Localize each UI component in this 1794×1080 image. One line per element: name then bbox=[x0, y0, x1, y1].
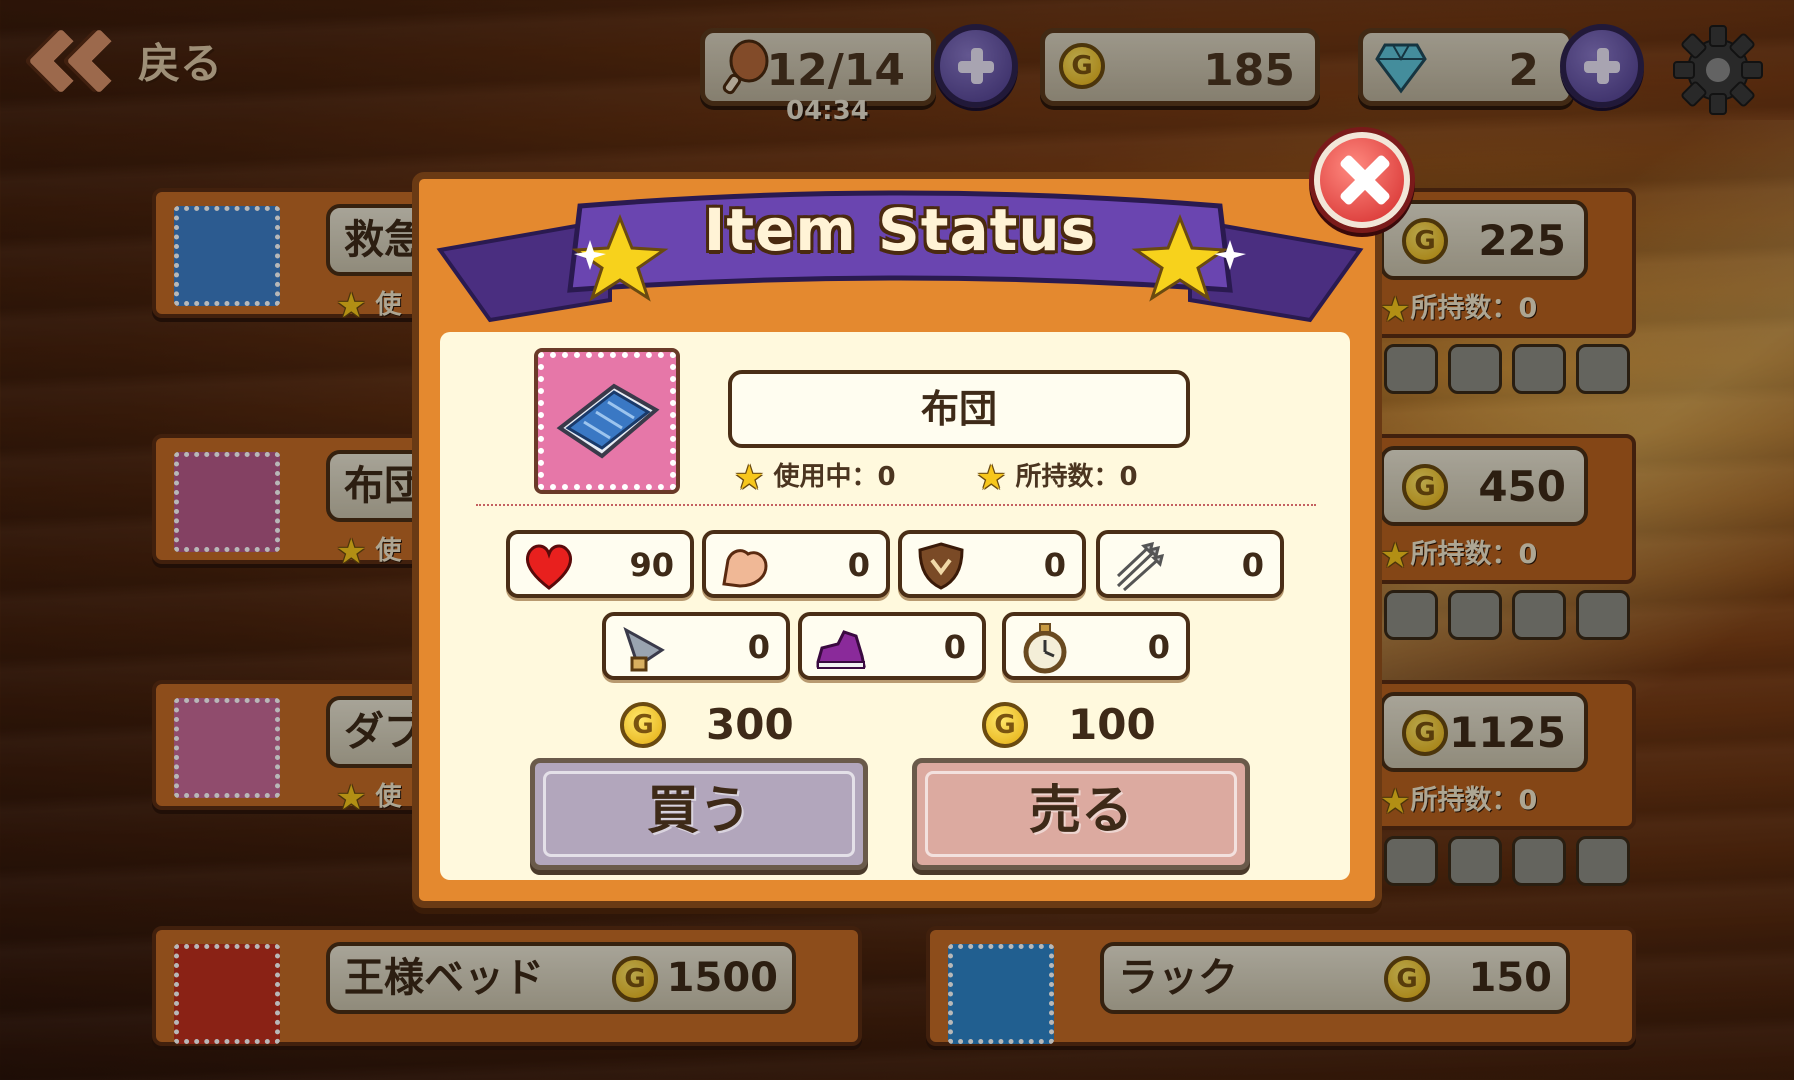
gold-coin-icon: G bbox=[982, 701, 1028, 748]
stat-strength: 0 bbox=[702, 530, 890, 598]
stat-defense: 0 bbox=[898, 530, 1086, 598]
buy-button[interactable]: 買う bbox=[530, 758, 868, 870]
sneaker-icon bbox=[816, 630, 866, 669]
shield-icon bbox=[918, 542, 964, 590]
divider bbox=[476, 504, 1316, 506]
stat-time: 0 bbox=[1002, 612, 1190, 680]
drill-icon bbox=[623, 626, 665, 672]
title-ribbon: Item Status bbox=[430, 170, 1370, 340]
stat-speed: 0 bbox=[798, 612, 986, 680]
item-name-field: 布団 bbox=[728, 370, 1190, 448]
futon-icon bbox=[534, 348, 680, 494]
gold-coin-icon: G bbox=[620, 701, 666, 748]
stat-drill: 0 bbox=[602, 612, 790, 680]
dialog-title: Item Status bbox=[703, 196, 1097, 264]
stopwatch-icon bbox=[1023, 623, 1067, 674]
in-use-count: ★ 使用中：0 bbox=[734, 457, 896, 498]
star-icon: ★ bbox=[976, 457, 1007, 498]
owned-count: ★ 所持数：0 bbox=[976, 457, 1138, 498]
heart-icon bbox=[525, 544, 573, 590]
buy-price: G 300 bbox=[620, 700, 794, 749]
sell-price: G 100 bbox=[982, 700, 1156, 749]
arrows-icon bbox=[1116, 541, 1165, 592]
muscle-icon bbox=[722, 549, 768, 588]
star-icon: ★ bbox=[734, 457, 765, 498]
stat-health: 90 bbox=[506, 530, 694, 598]
stat-arrows: 0 bbox=[1096, 530, 1284, 598]
close-button[interactable] bbox=[1314, 132, 1410, 228]
sell-button[interactable]: 売る bbox=[912, 758, 1250, 870]
